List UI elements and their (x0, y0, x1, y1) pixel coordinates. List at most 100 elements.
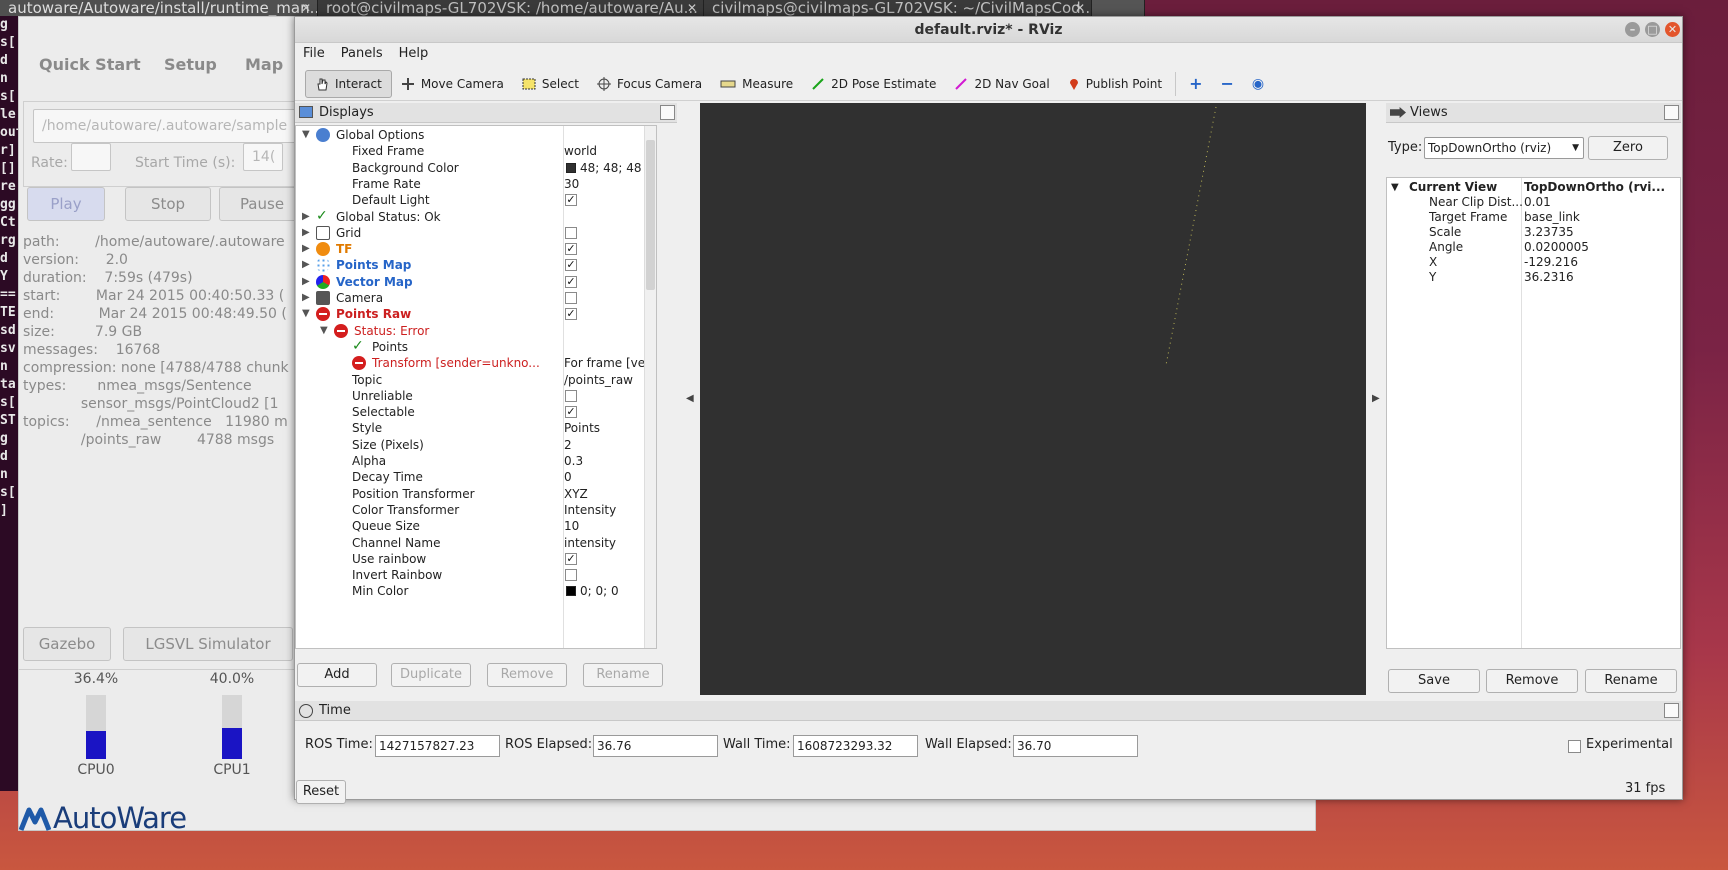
add-tool-button[interactable]: + (1180, 70, 1211, 98)
display-row-global-options[interactable]: ▼ Global Options (296, 126, 646, 144)
display-row-value[interactable]: 2 (564, 436, 572, 454)
current-view-row[interactable]: ▼ Current View TopDownOrtho (rvi... (1387, 180, 1682, 195)
view-prop-value[interactable]: 0.0200005 (1524, 240, 1589, 255)
play-button[interactable]: Play (27, 187, 105, 221)
display-row-points-map[interactable]: ▶ Points Map ✓ (296, 256, 646, 274)
display-row-value[interactable]: 0; 0; 0 (580, 582, 619, 600)
wall-time-field[interactable]: 1608723293.32 (793, 735, 918, 757)
menu-file[interactable]: File (295, 43, 333, 65)
tool-2d-nav-goal[interactable]: 2D Nav Goal (945, 70, 1058, 98)
scrollbar[interactable] (644, 126, 656, 648)
collapse-left-icon[interactable]: ◀ (686, 393, 694, 404)
ros-elapsed-field[interactable]: 36.76 (593, 735, 718, 757)
display-row-camera[interactable]: ▶ Camera (296, 289, 646, 307)
tab-quick-start[interactable]: Quick Start (39, 55, 141, 74)
display-row-status-error[interactable]: ▼ Status: Error (296, 322, 646, 340)
tool-move-camera[interactable]: Move Camera (392, 70, 513, 98)
display-enabled-checkbox[interactable]: ✓ (565, 243, 577, 256)
color-swatch[interactable] (566, 586, 576, 597)
display-enabled-checkbox[interactable]: ✓ (565, 259, 577, 272)
display-row-frame-rate[interactable]: Frame Rate 30 (296, 175, 646, 193)
display-enabled-checkbox[interactable]: ✓ (565, 406, 577, 419)
close-icon[interactable]: ✕ (1665, 22, 1680, 37)
remove-view-button[interactable]: Remove (1486, 669, 1578, 693)
menu-help[interactable]: Help (391, 43, 437, 65)
undock-icon[interactable] (1664, 703, 1679, 718)
render-3d-view[interactable] (700, 103, 1366, 695)
display-enabled-checkbox[interactable] (565, 226, 577, 239)
tool-properties-button[interactable]: ◉ (1243, 70, 1273, 98)
display-row-selectable[interactable]: Selectable ✓ (296, 403, 646, 421)
add-display-button[interactable]: Add (297, 663, 377, 687)
chevron-down-icon[interactable]: ▼ (302, 305, 310, 323)
display-enabled-checkbox[interactable] (565, 389, 577, 402)
chevron-right-icon[interactable]: ▶ (302, 273, 310, 291)
new-tab-button[interactable] (1092, 0, 1145, 16)
display-row-topic[interactable]: Topic/points_raw (296, 371, 646, 389)
display-row-value[interactable]: 10 (564, 517, 579, 535)
gazebo-button[interactable]: Gazebo (23, 627, 111, 661)
display-row-invert-rainbow[interactable]: Invert Rainbow (296, 566, 646, 584)
terminal-tab[interactable]: root@civilmaps-GL702VSK: /home/autoware/… (318, 0, 704, 16)
terminal-tab[interactable]: autoware/Autoware/install/runtime_man...… (0, 0, 318, 16)
wall-elapsed-field[interactable]: 36.70 (1013, 735, 1138, 757)
color-swatch[interactable] (566, 162, 576, 173)
view-prop-near-clip-dist[interactable]: Near Clip Dist... 0.01 (1387, 195, 1682, 210)
view-prop-scale[interactable]: Scale 3.23735 (1387, 225, 1682, 240)
close-icon[interactable]: ✕ (301, 0, 311, 16)
display-row-default-light[interactable]: Default Light ✓ (296, 191, 646, 209)
view-prop-value[interactable]: 3.23735 (1524, 225, 1574, 240)
reset-button[interactable]: Reset (296, 780, 346, 804)
display-row-grid[interactable]: ▶ Grid (296, 224, 646, 242)
view-prop-target-frame[interactable]: Target Frame base_link (1387, 210, 1682, 225)
tool-2d-pose-estimate[interactable]: 2D Pose Estimate (802, 70, 945, 98)
remove-tool-button[interactable]: − (1212, 70, 1243, 98)
view-prop-value[interactable]: 36.2316 (1524, 270, 1574, 285)
undock-icon[interactable] (660, 105, 675, 120)
display-enabled-checkbox[interactable]: ✓ (565, 552, 577, 565)
display-row-queue-size[interactable]: Queue Size 10 (296, 517, 646, 535)
pause-button[interactable]: Pause (219, 187, 305, 221)
display-row-tf[interactable]: ▶ TF ✓ (296, 240, 646, 258)
chevron-right-icon[interactable]: ▶ (302, 289, 310, 307)
close-icon[interactable]: ✕ (687, 0, 697, 16)
display-row-vector-map[interactable]: ▶ Vector Map ✓ (296, 273, 646, 291)
display-row-transform-sender-unkno[interactable]: Transform [sender=unkno... For frame [vel… (296, 354, 656, 372)
zero-button[interactable]: Zero (1588, 136, 1668, 160)
display-row-alpha[interactable]: Alpha 0.3 (296, 452, 646, 470)
menu-panels[interactable]: Panels (333, 43, 391, 65)
display-row-background-color[interactable]: Background Color 48; 48; 48 (296, 159, 646, 177)
display-row-color-transformer[interactable]: Color Transformer Intensity (296, 501, 646, 519)
start-time-field[interactable]: 14( (243, 143, 283, 171)
tab-map[interactable]: Map (245, 55, 283, 74)
display-row-unreliable[interactable]: Unreliable (296, 387, 646, 405)
tool-publish-point[interactable]: Publish Point (1059, 70, 1171, 98)
experimental-checkbox[interactable] (1568, 740, 1581, 753)
display-row-decay-time[interactable]: Decay Time 0 (296, 468, 646, 486)
display-row-channel-name[interactable]: Channel Name intensity (296, 534, 646, 552)
chevron-right-icon[interactable]: ▶ (302, 224, 310, 242)
remove-display-button[interactable]: Remove (487, 663, 567, 687)
display-enabled-checkbox[interactable]: ✓ (565, 308, 577, 321)
display-row-value[interactable]: intensity (564, 534, 616, 552)
display-row-value[interactable]: Points (564, 419, 600, 437)
minimize-icon[interactable]: – (1625, 22, 1640, 37)
tool-focus-camera[interactable]: Focus Camera (588, 70, 711, 98)
view-prop-y[interactable]: Y 36.2316 (1387, 270, 1682, 285)
rename-display-button[interactable]: Rename (583, 663, 663, 687)
rename-view-button[interactable]: Rename (1585, 669, 1677, 693)
close-icon[interactable]: ✕ (1075, 0, 1085, 16)
tool-interact[interactable]: Interact (305, 69, 392, 98)
chevron-right-icon[interactable]: ▶ (302, 240, 310, 258)
display-row-global-status-ok[interactable]: ▶ ✓ Global Status: Ok (296, 208, 646, 226)
view-prop-x[interactable]: X -129.216 (1387, 255, 1682, 270)
display-row-style[interactable]: Style Points (296, 419, 646, 437)
collapse-right-icon[interactable]: ▶ (1372, 393, 1380, 404)
display-row-value[interactable]: /points_raw (564, 371, 633, 389)
display-row-value[interactable]: Intensity (564, 501, 616, 519)
display-row-use-rainbow[interactable]: Use rainbow ✓ (296, 550, 646, 568)
view-prop-value[interactable]: base_link (1524, 210, 1580, 225)
display-row-points-raw[interactable]: ▼ Points Raw ✓ (296, 305, 646, 323)
stop-button[interactable]: Stop (125, 187, 211, 221)
display-row-position-transformer[interactable]: Position Transformer XYZ (296, 485, 646, 503)
